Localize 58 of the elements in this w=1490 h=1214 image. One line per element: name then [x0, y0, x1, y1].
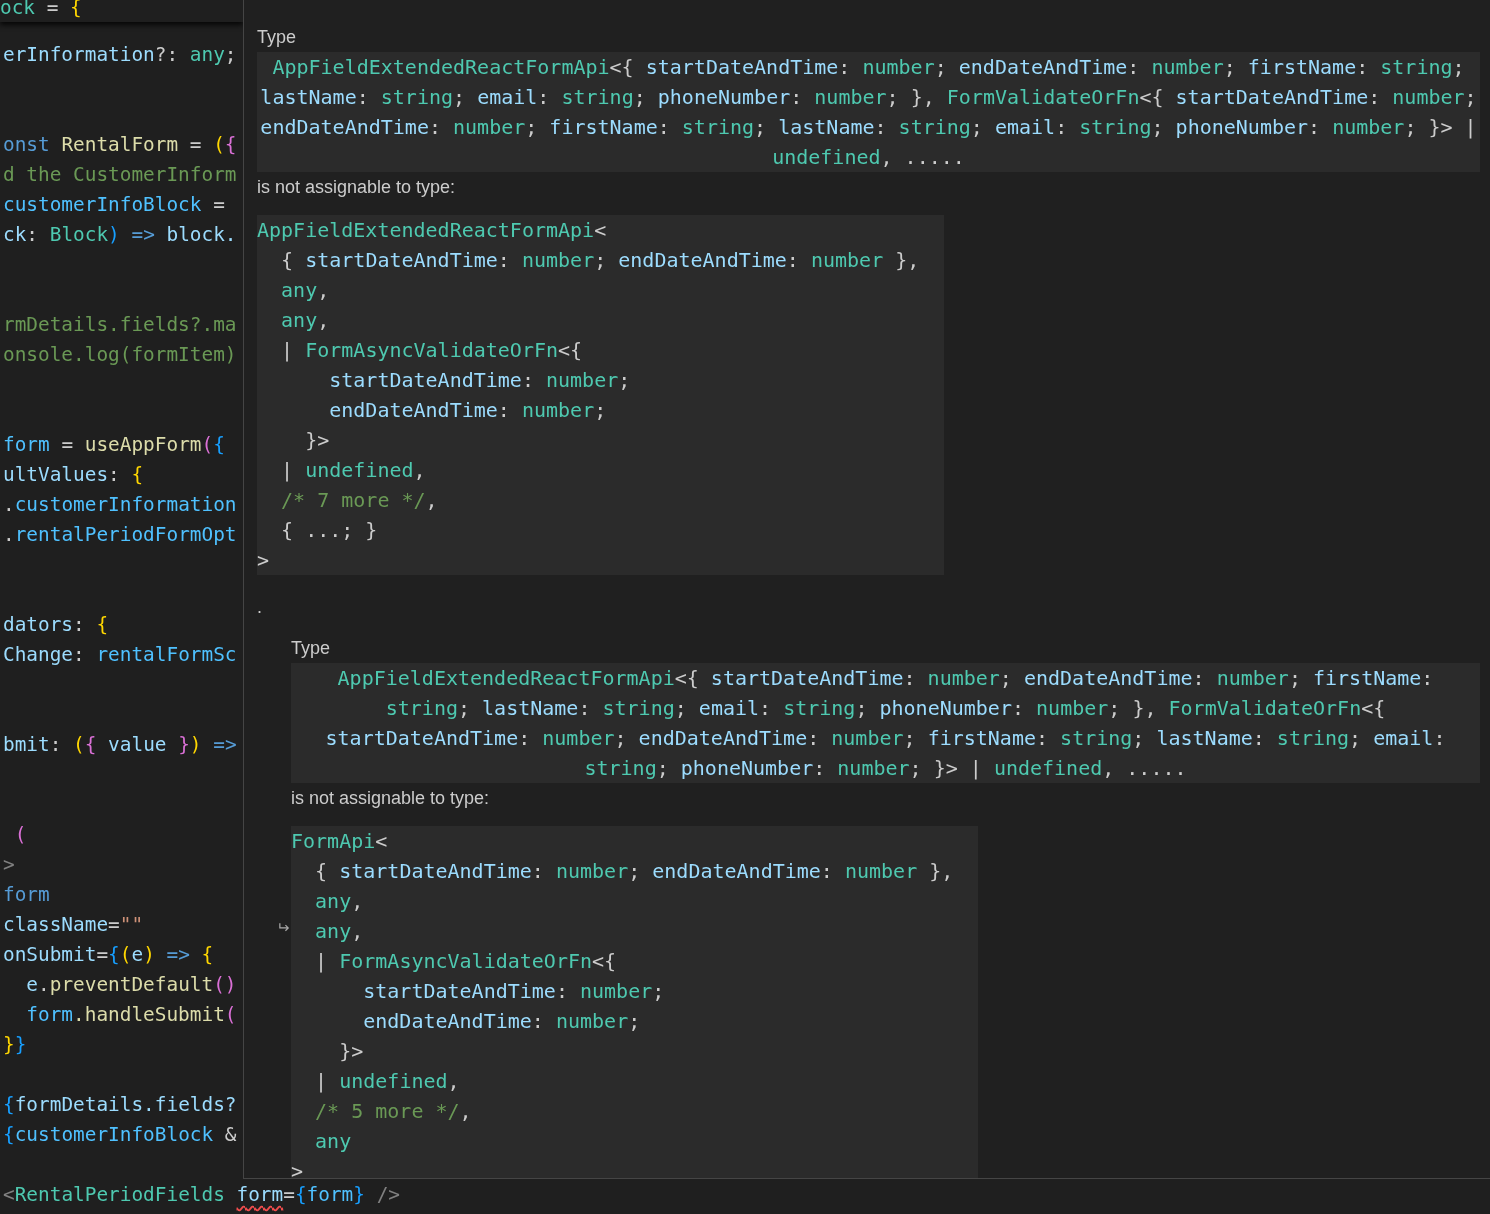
code-line: .customerInformation: [3, 492, 237, 518]
code-line: e.preventDefault(): [25, 972, 237, 998]
code-line: | FormAsyncValidateOrFn<{: [314, 948, 617, 975]
code-line: form = useAppForm({: [3, 432, 225, 458]
code-line: Change: rentalFormSc: [3, 642, 237, 668]
code-line: }>: [338, 1038, 364, 1065]
code-line: /* 7 more */,: [280, 487, 438, 514]
code-line: >: [3, 852, 15, 878]
code-line: className="": [3, 912, 144, 938]
source-type-text: AppFieldExtendedReactFormApi<{ startDateAndTime: number; endDateAndTime: number; firstName: string; lastName: string; email: string; phoneNumber: number; }, FormValidateOrFn<{ startDateAndTime: number; endDateAndTime: number; firstName: string; lastName: string; email: string; phoneNumber: number; }> | undefined, .....: [257, 52, 1480, 172]
code-line: | undefined,: [314, 1068, 460, 1095]
code-line: .rentalPeriodFormOpt: [3, 522, 237, 548]
code-line: form: [3, 882, 50, 908]
code-line: FormApi<: [291, 828, 388, 855]
type-label: Type: [257, 26, 297, 48]
code-line: any,: [314, 918, 364, 945]
code-line: {formDetails.fields?: [3, 1092, 237, 1118]
code-line: {customerInfoBlock &: [3, 1122, 237, 1148]
code-line: /* 5 more */,: [314, 1098, 472, 1125]
code-line: any: [314, 1128, 352, 1155]
code-line: ultValues: {: [3, 462, 144, 488]
code-line: { startDateAndTime: number; endDateAndTime: number },: [314, 858, 954, 885]
code-line: d the CustomerInform: [3, 162, 237, 188]
code-line: { ...; }: [280, 517, 378, 544]
code-line: any,: [280, 307, 330, 334]
type-label: Type: [291, 637, 331, 659]
source-type-text: AppFieldExtendedReactFormApi<{ startDateAndTime: number; endDateAndTime: number; firstName: string; lastName: string; email: string; phoneNumber: number; }, FormValidateOrFn<{ startDateAndTime: number; endDateAndTime: number; firstName: string; lastName: string; email: string; phoneNumber: number; }> | undefined, .....: [291, 663, 1480, 783]
code-line: (: [13, 822, 27, 848]
code-line: erInformation?: any;: [3, 42, 237, 68]
code-line: dators: {: [3, 612, 109, 638]
sticky-scroll-header: ock = {: [0, 0, 243, 22]
code-line: >: [291, 1158, 304, 1178]
code-line: | undefined,: [280, 457, 426, 484]
code-line: }}: [3, 1032, 27, 1058]
code-line: ck: Block) => block.: [3, 222, 237, 248]
relation-text: is not assignable to type:: [257, 176, 456, 198]
code-line: startDateAndTime: number;: [362, 978, 665, 1005]
code-line: onsole.log(formItem): [3, 342, 237, 368]
code-line: onst RentalForm = ({: [3, 132, 237, 158]
period-text: .: [257, 596, 262, 618]
return-arrow-icon: [278, 920, 291, 933]
code-line: any,: [314, 888, 364, 915]
code-line: endDateAndTime: number;: [328, 397, 607, 424]
code-line: any,: [280, 277, 330, 304]
code-line: onSubmit={(e) => {: [3, 942, 214, 968]
code-line: customerInfoBlock =: [3, 192, 225, 218]
code-line: endDateAndTime: number;: [362, 1008, 641, 1035]
code-line: rmDetails.fields?.ma: [3, 312, 237, 338]
code-line: { startDateAndTime: number; endDateAndTime: number },: [280, 247, 920, 274]
relation-text: is not assignable to type:: [291, 787, 490, 809]
code-line: <RentalPeriodFields form={form} />: [3, 1182, 400, 1208]
code-line: }>: [304, 427, 330, 454]
code-line: form.handleSubmit(: [25, 1002, 237, 1028]
code-line: AppFieldExtendedReactFormApi<: [257, 217, 607, 244]
code-line: >: [257, 547, 270, 574]
code-line: | FormAsyncValidateOrFn<{: [280, 337, 583, 364]
code-line: startDateAndTime: number;: [328, 367, 631, 394]
code-line: bmit: ({ value }) =>: [3, 732, 237, 758]
